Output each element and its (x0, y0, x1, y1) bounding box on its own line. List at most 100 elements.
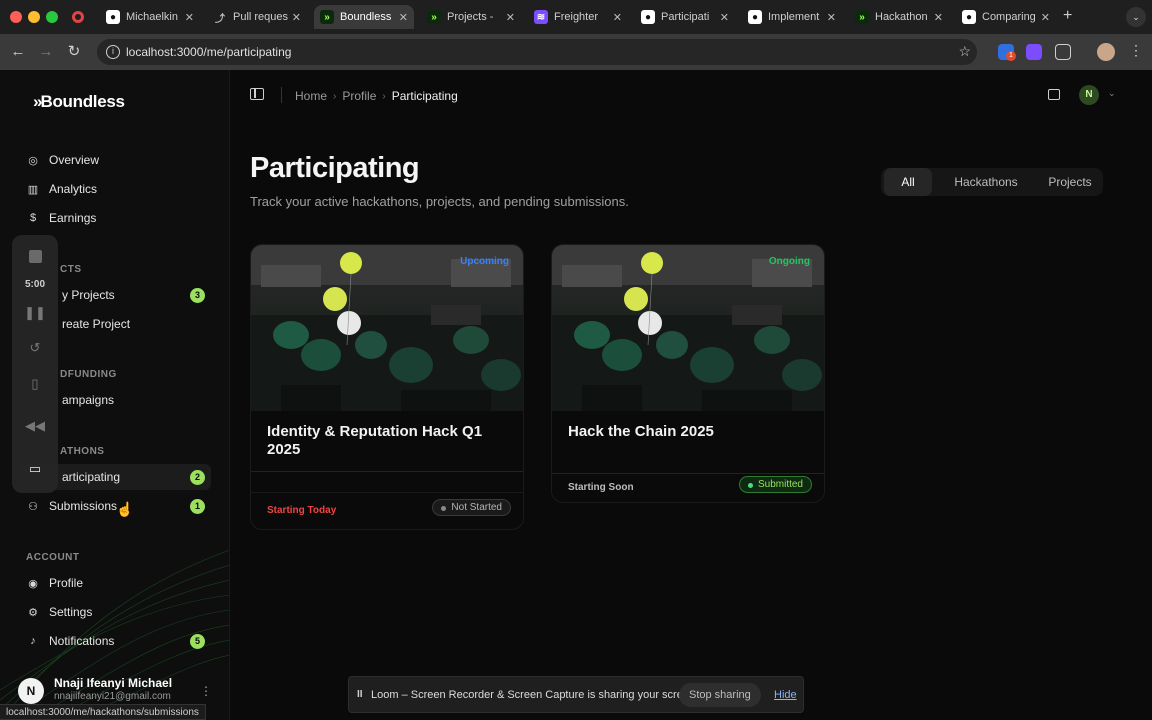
rewind-icon[interactable]: ◀◀ (25, 416, 45, 436)
breadcrumb-home[interactable]: Home (295, 89, 327, 103)
tab-implement[interactable]: ● Implement ✕ (742, 5, 842, 29)
close-tab-icon[interactable]: ✕ (613, 11, 622, 24)
sidebar-item-submissions[interactable]: ⚇ Submissions 1 (18, 493, 211, 519)
sidebar-toggle-icon[interactable] (250, 88, 264, 100)
recording-timer: 5:00 (24, 279, 45, 290)
chevron-down-icon[interactable]: ⌄ (1108, 88, 1116, 99)
hackathon-card[interactable]: Upcoming Identity & Reputation Hack Q1 2… (250, 244, 524, 530)
status-badge: Upcoming (460, 256, 509, 267)
tab-freighter[interactable]: ≋ Freighter ✕ (528, 5, 628, 29)
close-tab-icon[interactable]: ✕ (720, 11, 729, 24)
hide-button[interactable]: Hide (774, 689, 797, 701)
close-tab-icon[interactable]: ✕ (1041, 11, 1050, 24)
maximize-window-button[interactable] (46, 11, 58, 23)
hackathon-cover-image: Upcoming (251, 245, 523, 411)
tab-projects[interactable]: Projects (1039, 168, 1101, 196)
tab-hackathon[interactable]: » Hackathon ✕ (849, 5, 949, 29)
close-tab-icon[interactable]: ✕ (506, 11, 515, 24)
close-window-button[interactable] (10, 11, 22, 23)
more-options-icon[interactable]: ⋮ (200, 684, 212, 698)
tab-comparing[interactable]: ● Comparing ✕ (956, 5, 1056, 29)
boundless-icon: » (855, 10, 869, 24)
share-message: Loom – Screen Recorder & Screen Capture … (371, 689, 699, 701)
projects-count-badge: 3 (190, 288, 205, 303)
divider (251, 471, 523, 472)
sidebar-item-earnings[interactable]: $ Earnings (18, 205, 211, 231)
github-icon: ● (962, 10, 976, 24)
boundless-icon: » (427, 10, 441, 24)
address-bar[interactable]: i localhost:3000/me/participating ☆ (97, 39, 977, 65)
github-icon: ● (748, 10, 762, 24)
forward-button[interactable]: → (36, 42, 56, 62)
site-info-icon[interactable]: i (106, 45, 120, 59)
participating-count-badge: 2 (190, 470, 205, 485)
boundless-logo[interactable]: » Boundless (33, 92, 125, 112)
divider (281, 87, 282, 103)
breadcrumb-profile[interactable]: Profile (342, 89, 376, 103)
sidebar-item-analytics[interactable]: ▥ Analytics (18, 176, 211, 202)
status-badge: Ongoing (768, 256, 810, 267)
user-name: Nnaji Ifeanyi Michael (54, 676, 173, 690)
close-tab-icon[interactable]: ✕ (399, 11, 408, 24)
loom-recorder-panel: 5:00 ❚❚ ↺ ▯ ◀◀ ▭ (12, 235, 58, 493)
account-avatar[interactable]: N (1079, 85, 1099, 105)
filter-tabs: All Hackathons Projects (881, 168, 1103, 196)
reload-button[interactable]: ↻ (64, 42, 84, 62)
tab-hackathons[interactable]: Hackathons (943, 168, 1029, 196)
minimize-window-button[interactable] (28, 11, 40, 23)
close-tab-icon[interactable]: ✕ (292, 11, 301, 24)
chevron-right-icon: › (382, 90, 386, 102)
camera-icon[interactable]: ▭ (25, 459, 45, 479)
close-tab-icon[interactable]: ✕ (827, 11, 836, 24)
overview-icon: ◎ (28, 154, 38, 167)
tab-all[interactable]: All (884, 168, 932, 196)
gear-icon: ⚙ (28, 606, 38, 619)
github-icon: ● (641, 10, 655, 24)
page-subtitle: Track your active hackathons, projects, … (250, 194, 629, 209)
trash-icon[interactable]: ▯ (25, 374, 45, 394)
boundless-logo-icon: » (33, 92, 43, 111)
mouse-cursor-icon: ☝ (116, 501, 134, 517)
close-tab-icon[interactable]: ✕ (185, 11, 194, 24)
tab-boundless[interactable]: » Boundless ✕ (314, 5, 414, 29)
sidebar-item-settings[interactable]: ⚙ Settings (18, 599, 211, 625)
stop-sharing-button[interactable]: Stop sharing (679, 683, 761, 707)
bookmark-star-icon[interactable]: ☆ (958, 43, 971, 60)
freighter-icon: ≋ (534, 10, 548, 24)
address-url[interactable]: localhost:3000/me/participating (126, 45, 291, 59)
dollar-icon: $ (29, 212, 37, 224)
freighter-extension-icon[interactable] (1026, 44, 1042, 60)
users-icon: ⚇ (28, 500, 38, 513)
participation-status-pill: Not Started (432, 499, 511, 516)
sidebar-item-profile[interactable]: ◉ Profile (18, 570, 211, 596)
restart-icon[interactable]: ↺ (25, 338, 45, 358)
browser-menu-icon[interactable]: ⋮ (1129, 42, 1143, 59)
sidebar-item-notifications[interactable]: ♪ Notifications 5 (18, 628, 211, 654)
sidebar-item-overview[interactable]: ◎ Overview (18, 147, 211, 173)
user-email: nnajiifeanyi21@gmail.com (54, 691, 171, 702)
stop-recording-button[interactable] (25, 246, 45, 266)
start-status: Starting Soon (568, 482, 634, 493)
tab-search-icon[interactable]: ⌄ (1126, 7, 1146, 27)
participation-status-pill: Submitted (738, 476, 812, 493)
card-footer: Starting Soon Submitted (552, 474, 824, 502)
tab-pull-request[interactable]: ⤴ Pull reques ✕ (207, 5, 307, 29)
hackathon-title: Hack the Chain 2025 (568, 423, 714, 440)
hackathon-card[interactable]: Ongoing Hack the Chain 2025 Starting Soo… (551, 244, 825, 503)
new-tab-button[interactable]: + (1063, 7, 1072, 25)
link-status-url: localhost:3000/me/hackathons/submissions (0, 704, 206, 720)
tab-projects[interactable]: » Projects - ✕ (421, 5, 521, 29)
recording-indicator-icon (72, 11, 84, 23)
pause-icon[interactable]: ❚❚ (24, 303, 46, 323)
chevron-right-icon: › (333, 90, 337, 102)
wallet-icon[interactable] (1048, 89, 1060, 100)
profile-avatar[interactable] (1097, 43, 1115, 61)
section-label-crowdfunding: DFUNDING (60, 369, 117, 380)
tab-github-1[interactable]: ● Michaelkin ✕ (100, 5, 200, 29)
back-button[interactable]: ← (8, 42, 28, 62)
extensions-puzzle-icon[interactable] (1055, 44, 1071, 60)
close-tab-icon[interactable]: ✕ (934, 11, 943, 24)
extension-badge: 1 (1006, 51, 1016, 61)
page-title: Participating (250, 152, 420, 184)
tab-participating[interactable]: ● Participati ✕ (635, 5, 735, 29)
